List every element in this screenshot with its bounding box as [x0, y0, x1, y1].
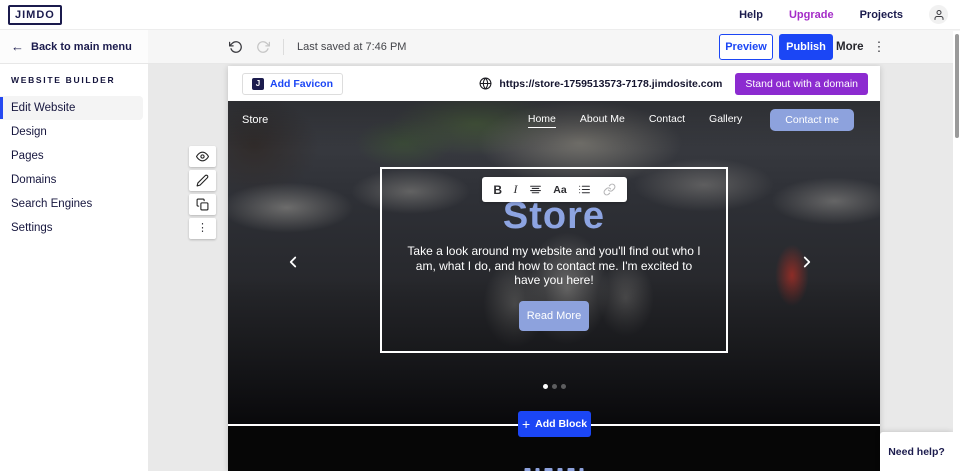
website-preview: J Add Favicon https://store-1759513573-7… — [228, 66, 880, 471]
bold-icon[interactable]: B — [493, 183, 502, 197]
top-bar: JIMDO Help Upgrade Projects — [0, 0, 960, 30]
align-center-icon[interactable] — [529, 183, 542, 196]
site-brand[interactable]: Store — [242, 114, 268, 126]
sidebar-item-search-engines[interactable]: Search Engines — [0, 192, 143, 216]
redo-icon[interactable] — [256, 40, 270, 54]
nav-item-home[interactable]: Home — [528, 113, 556, 128]
plus-icon: + — [522, 417, 530, 431]
carousel-next-icon[interactable] — [798, 248, 816, 276]
style-block-button[interactable] — [189, 170, 216, 191]
carousel-dot-3[interactable] — [561, 384, 566, 389]
sidebar-title: WEBSITE BUILDER — [11, 75, 148, 85]
link-icon[interactable] — [603, 183, 616, 196]
favicon-bar: J Add Favicon https://store-1759513573-7… — [228, 66, 880, 101]
toolbar-divider — [283, 39, 284, 55]
list-icon[interactable] — [578, 183, 591, 196]
block-tools: ⋮ — [189, 146, 216, 242]
more-button[interactable]: More — [836, 41, 863, 53]
help-link[interactable]: Help — [739, 9, 763, 21]
font-icon[interactable]: Aa — [553, 184, 566, 196]
italic-icon[interactable]: I — [513, 182, 517, 197]
jimdo-logo[interactable]: JIMDO — [8, 5, 62, 25]
nav-item-gallery[interactable]: Gallery — [709, 113, 742, 127]
block-more-button[interactable]: ⋮ — [189, 218, 216, 239]
add-block-button[interactable]: + Add Block — [518, 411, 591, 437]
site-url-group: https://store-1759513573-7178.jimdosite.… — [479, 77, 722, 90]
read-more-button[interactable]: Read More — [519, 301, 589, 331]
domain-cta-button[interactable]: Stand out with a domain — [735, 73, 868, 95]
site-url[interactable]: https://store-1759513573-7178.jimdosite.… — [499, 78, 722, 90]
add-favicon-button[interactable]: J Add Favicon — [242, 73, 343, 95]
scrollbar-thumb[interactable] — [955, 34, 959, 138]
jimdo-editor-window: JIMDO Help Upgrade Projects ← Back to ma… — [0, 0, 960, 471]
preview-button[interactable]: Preview — [719, 34, 773, 60]
contact-me-button[interactable]: Contact me — [770, 109, 854, 131]
hero-section[interactable]: Store Home About Me Contact Gallery Cont… — [228, 101, 880, 424]
sidebar-item-settings[interactable]: Settings — [0, 216, 143, 240]
add-block-label: Add Block — [535, 418, 587, 430]
carousel-dot-2[interactable] — [552, 384, 557, 389]
history-controls: Last saved at 7:46 PM — [229, 30, 406, 63]
sidebar-item-pages[interactable]: Pages — [0, 144, 143, 168]
upgrade-link[interactable]: Upgrade — [789, 9, 834, 21]
hide-block-button[interactable] — [189, 146, 216, 167]
publish-button[interactable]: Publish — [779, 34, 833, 60]
brush-icon — [196, 174, 209, 187]
user-avatar-icon[interactable] — [929, 5, 948, 24]
favicon-icon: J — [252, 78, 264, 90]
nav-item-contact[interactable]: Contact — [649, 113, 685, 127]
duplicate-block-button[interactable] — [189, 194, 216, 215]
carousel-dot-1[interactable] — [543, 384, 548, 389]
add-favicon-label: Add Favicon — [270, 78, 333, 90]
need-help-button[interactable]: Need help? — [880, 432, 953, 471]
carousel-dots — [228, 384, 880, 389]
sidebar-item-design[interactable]: Design — [0, 120, 143, 144]
more-menu: More ⋮ — [836, 30, 885, 63]
projects-link[interactable]: Projects — [860, 9, 903, 21]
back-label: Back to main menu — [31, 41, 132, 53]
kebab-menu-icon[interactable]: ⋮ — [872, 40, 885, 53]
back-to-main-menu-button[interactable]: ← Back to main menu — [0, 30, 148, 63]
undo-icon[interactable] — [229, 40, 243, 54]
kebab-menu-icon: ⋮ — [197, 223, 208, 234]
editor-canvas: ⋮ J Add Favicon https://store-1759513573… — [148, 64, 953, 471]
back-arrow-icon: ← — [11, 40, 24, 53]
last-saved-text: Last saved at 7:46 PM — [297, 41, 406, 53]
hero-body-text[interactable]: Take a look around my website and you'll… — [404, 244, 704, 288]
nav-item-about-me[interactable]: About Me — [580, 113, 625, 127]
top-links: Help Upgrade Projects — [739, 5, 948, 24]
eye-icon — [196, 150, 209, 163]
sidebar-item-edit-website[interactable]: Edit Website — [0, 96, 143, 120]
carousel-prev-icon[interactable] — [284, 248, 302, 276]
site-nav: Store Home About Me Contact Gallery Cont… — [228, 101, 880, 133]
sidebar: WEBSITE BUILDER Edit Website Design Page… — [0, 64, 148, 471]
sidebar-item-domains[interactable]: Domains — [0, 168, 143, 192]
scrollbar-track[interactable] — [953, 31, 960, 471]
text-format-toolbar: B I Aa — [482, 177, 627, 202]
editor-toolbar: ← Back to main menu Last saved at 7:46 P… — [0, 30, 960, 64]
globe-icon — [479, 77, 492, 90]
copy-icon — [196, 198, 209, 211]
